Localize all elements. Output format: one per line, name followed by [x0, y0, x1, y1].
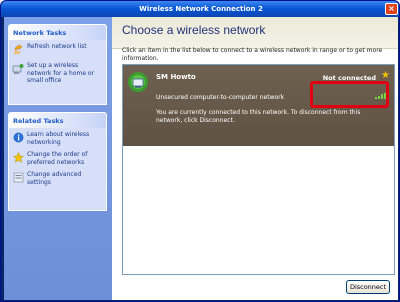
close-button[interactable]: ×	[385, 3, 398, 15]
main-header: Choose a wireless network	[112, 17, 398, 49]
task-label: Refresh network list	[27, 43, 87, 50]
main-content: Choose a wireless network Click an item …	[112, 17, 398, 300]
task-change-preferred-order[interactable]: Change the order of preferred networks	[9, 148, 106, 168]
task-label: Change the order of preferred networks	[27, 151, 88, 166]
disconnect-button[interactable]: Disconnect	[346, 280, 390, 294]
window-title: Wireless Network Connection 2	[139, 5, 263, 13]
status-highlight-box	[310, 81, 389, 108]
window-client: Network Tasks Refresh network list Set u…	[4, 17, 398, 300]
star-icon	[12, 152, 24, 163]
network-name: SM Howto	[156, 73, 196, 81]
network-tasks-panel: Network Tasks Refresh network list Set u…	[8, 24, 107, 105]
task-label: Learn about wireless networking	[27, 131, 90, 146]
settings-icon	[12, 172, 24, 183]
page-title: Choose a wireless network	[122, 23, 266, 37]
network-detail: You are currently connected to this netw…	[156, 109, 361, 124]
preferred-star-icon: ★	[381, 70, 390, 81]
network-security-type: Unsecured computer-to-computer network	[156, 94, 285, 101]
task-label: Set up a wireless network for a home or …	[27, 62, 95, 84]
task-pane: Network Tasks Refresh network list Set u…	[4, 17, 112, 300]
task-refresh-network-list[interactable]: Refresh network list	[9, 40, 106, 57]
related-tasks-panel: Related Tasks Learn about wireless netwo…	[8, 112, 107, 211]
refresh-icon	[12, 44, 24, 55]
wireless-network-window: Wireless Network Connection 2 × Network …	[0, 0, 400, 302]
task-learn-wireless[interactable]: Learn about wireless networking	[9, 128, 106, 148]
network-tasks-heading: Network Tasks	[9, 25, 106, 40]
title-bar[interactable]: Wireless Network Connection 2 ×	[1, 1, 399, 17]
info-icon	[12, 132, 24, 143]
setup-wireless-icon	[12, 63, 24, 74]
task-change-advanced-settings[interactable]: Change advanced settings	[9, 168, 106, 188]
task-label: Change advanced settings	[27, 171, 82, 186]
instructions-text: Click an item in the list below to conne…	[122, 47, 383, 62]
wireless-network-icon	[127, 71, 149, 93]
related-tasks-heading: Related Tasks	[9, 113, 106, 128]
task-setup-wireless-network[interactable]: Set up a wireless network for a home or …	[9, 57, 106, 87]
